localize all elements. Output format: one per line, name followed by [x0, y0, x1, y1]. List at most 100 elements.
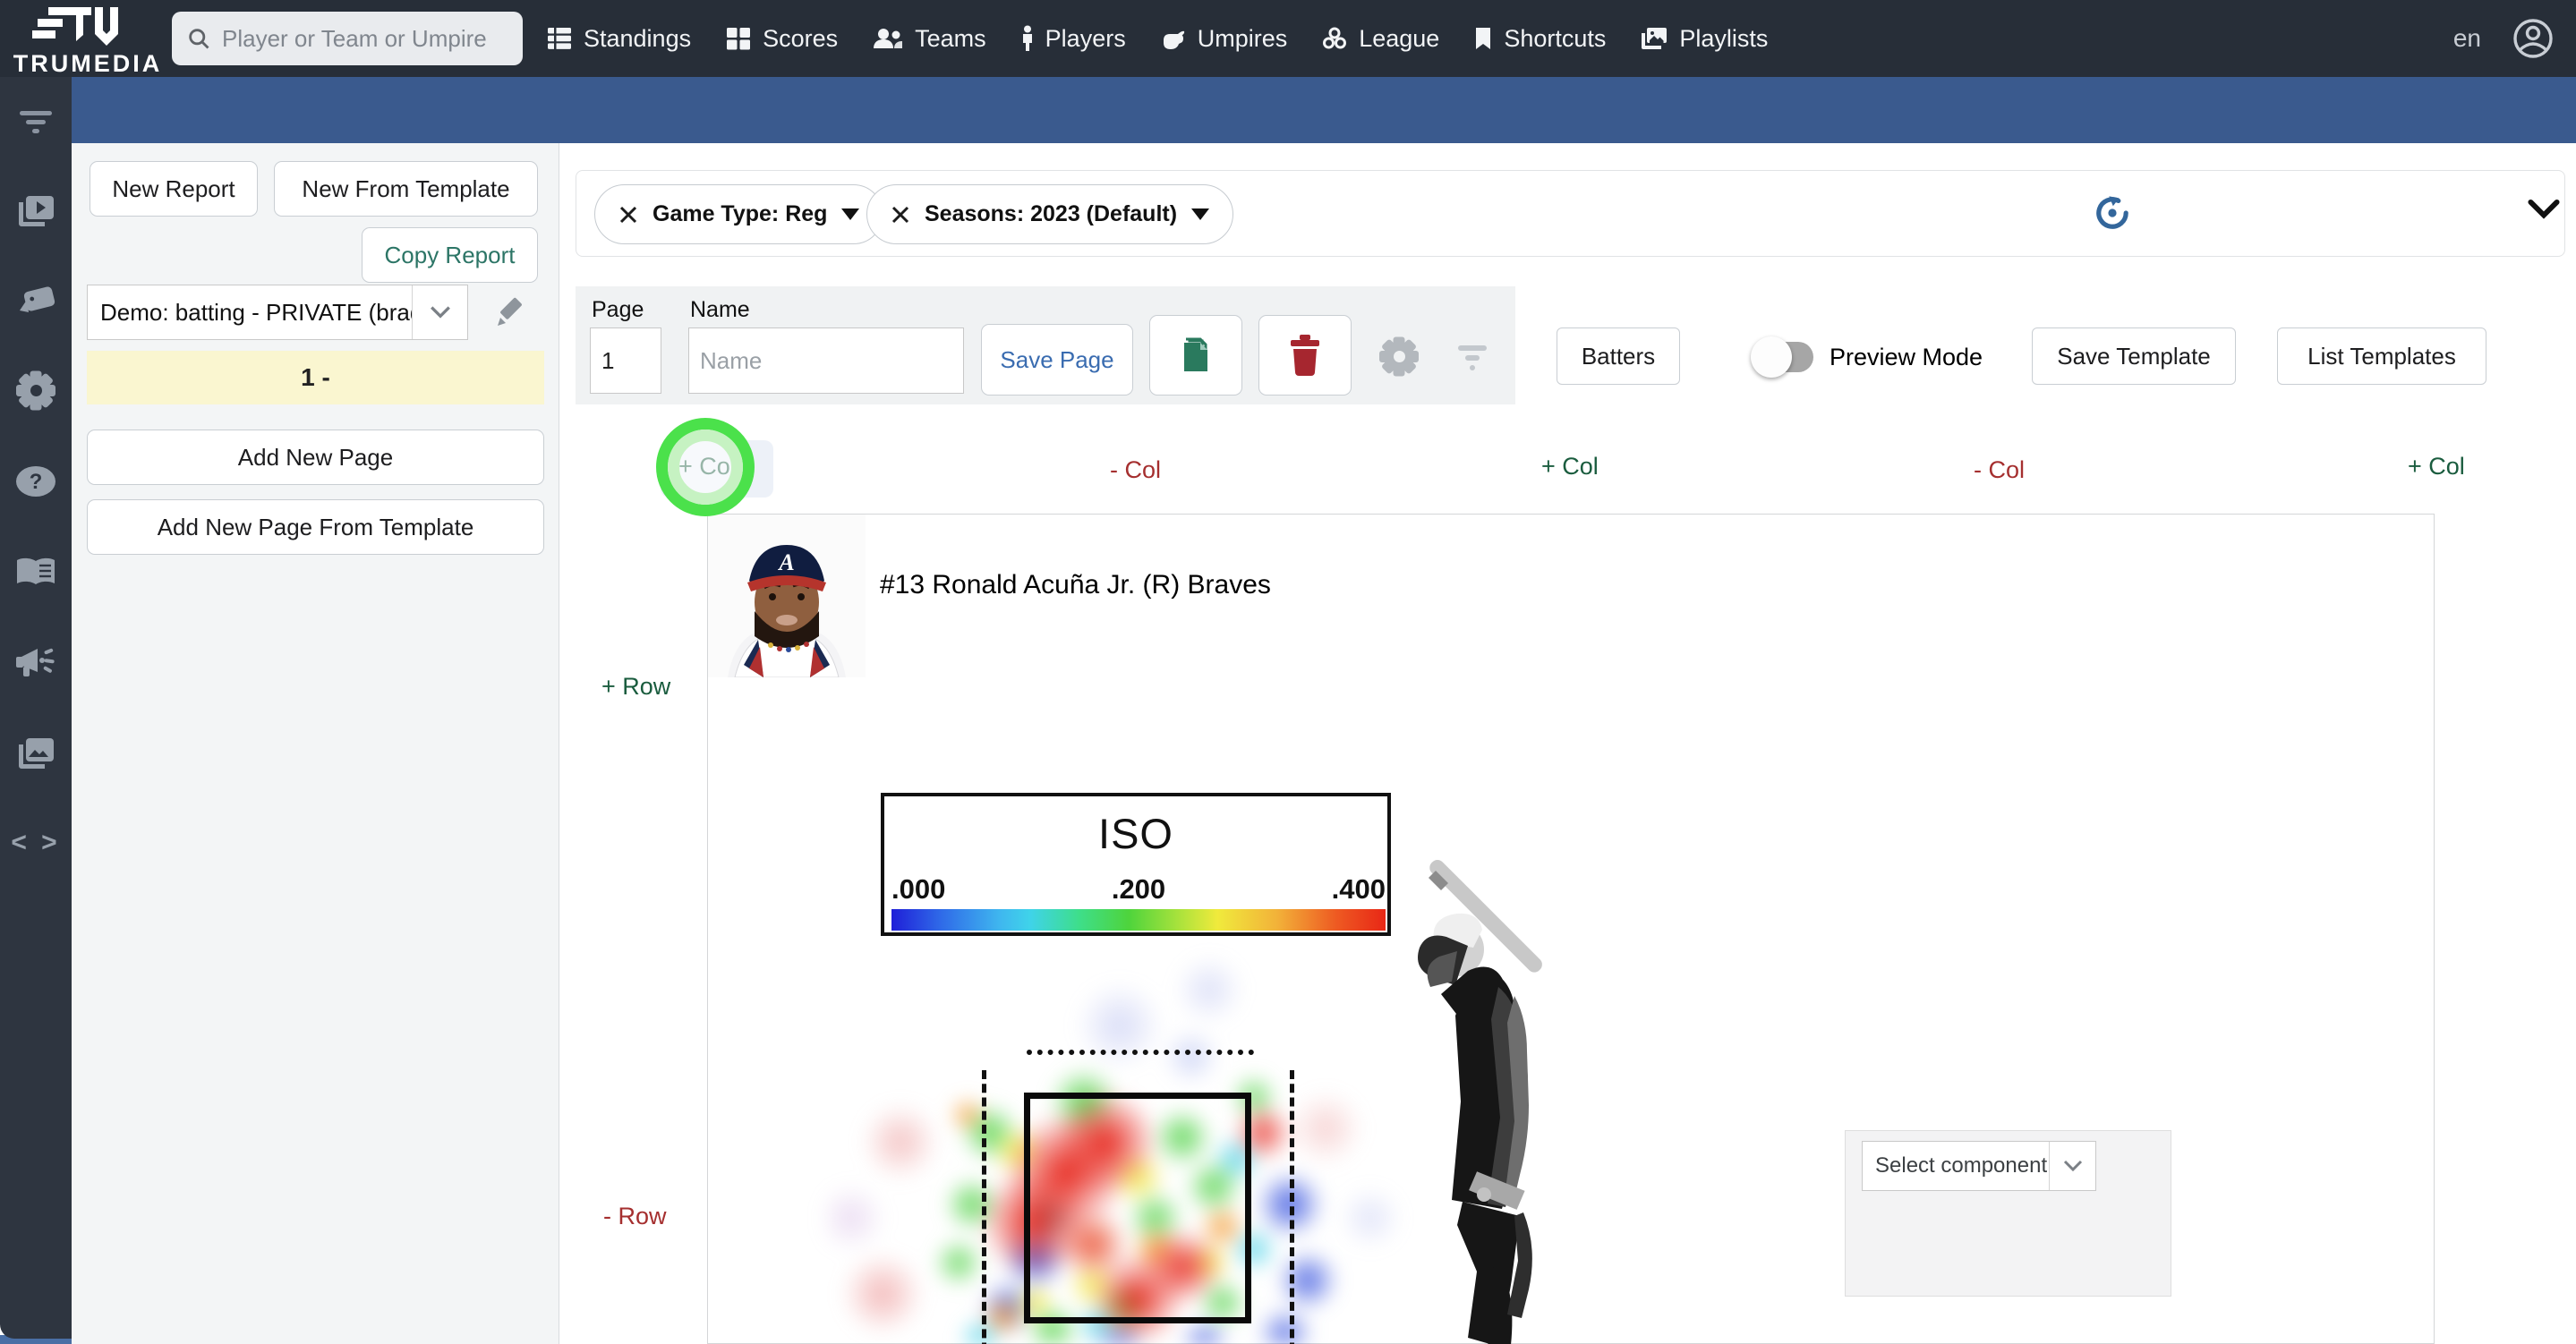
- chevron-down-icon: [2049, 1142, 2095, 1190]
- left-icon-rail: ? < >: [0, 77, 72, 1339]
- report-panel: New Report New From Template Copy Report…: [72, 143, 559, 1344]
- copy-page-icon: [1184, 337, 1207, 371]
- nav-item-players[interactable]: Players: [1020, 25, 1126, 53]
- history-icon[interactable]: [2091, 191, 2134, 234]
- preview-mode-label: Preview Mode: [1830, 344, 1983, 370]
- page-filter-icon[interactable]: [1454, 342, 1490, 372]
- name-label: Name: [690, 297, 750, 322]
- shortcuts-icon: [1476, 28, 1491, 49]
- svg-text:?: ?: [30, 470, 43, 494]
- close-icon[interactable]: [891, 205, 910, 225]
- add-new-page-from-template-button[interactable]: Add New Page From Template: [87, 499, 544, 555]
- nav-item-league[interactable]: League: [1321, 25, 1439, 53]
- add-col-button-1[interactable]: + Col: [678, 453, 736, 481]
- top-navbar: TRUMEDIA Standings Scores Teams Players: [0, 0, 2576, 77]
- copy-report-button[interactable]: Copy Report: [362, 227, 538, 283]
- docs-icon[interactable]: [0, 548, 72, 598]
- zone-dashed-right: [1290, 1070, 1294, 1344]
- logo-wordmark: TRUMEDIA: [13, 50, 163, 77]
- user-avatar-icon[interactable]: [2512, 17, 2555, 60]
- nav-item-teams[interactable]: Teams: [872, 25, 986, 53]
- batters-button[interactable]: Batters: [1557, 327, 1680, 385]
- help-icon[interactable]: ?: [0, 456, 72, 506]
- add-new-page-button[interactable]: Add New Page: [87, 430, 544, 485]
- filter-icon[interactable]: [0, 97, 72, 147]
- batter-silhouette: [1418, 859, 1542, 1344]
- trash-icon: [1291, 335, 1319, 376]
- page-settings-gear-icon[interactable]: [1379, 336, 1419, 376]
- component-select[interactable]: Select component: [1862, 1141, 2096, 1191]
- add-row-button[interactable]: + Row: [601, 673, 670, 701]
- preview-mode-toggle[interactable]: [1751, 336, 1813, 378]
- remove-col-button-2[interactable]: - Col: [1974, 456, 2025, 484]
- nav-item-umpires[interactable]: Umpires: [1160, 25, 1287, 53]
- svg-text:A: A: [777, 549, 794, 575]
- close-icon[interactable]: [618, 205, 638, 225]
- search-input[interactable]: [222, 24, 508, 53]
- heatmap-legend: ISO .000 .200 .400: [881, 793, 1391, 936]
- page-header-band: [0, 77, 2576, 143]
- edit-pencil-icon[interactable]: [492, 293, 530, 331]
- component-select-placeholder: Select component: [1875, 1153, 2048, 1178]
- copy-page-button[interactable]: [1149, 315, 1242, 396]
- player-header: #13 Ronald Acuña Jr. (R) Braves: [880, 570, 1271, 600]
- app-root: ? < > TRUMEDIA Player or Team or Umpire …: [0, 0, 2576, 1344]
- nav-item-standings[interactable]: Standings: [546, 25, 691, 53]
- remove-row-button[interactable]: - Row: [603, 1203, 667, 1230]
- global-search[interactable]: [172, 12, 523, 65]
- legend-title: ISO: [1098, 810, 1173, 857]
- navbar-right: en: [2453, 0, 2555, 77]
- delete-page-button[interactable]: [1258, 315, 1352, 396]
- player-photo: A: [708, 515, 866, 677]
- media-library-icon[interactable]: [0, 728, 72, 778]
- filters-toolbar: Game Type: Reg Seasons: 2023 (Default) S…: [576, 170, 2565, 257]
- zone-dotted-top: [1027, 1050, 1254, 1055]
- chevron-down-icon: [412, 285, 467, 339]
- players-icon: [1022, 25, 1032, 51]
- chevron-down-icon: [841, 208, 860, 220]
- announcements-icon[interactable]: [0, 637, 72, 687]
- standings-icon: [548, 28, 571, 49]
- search-icon: [189, 29, 209, 49]
- component-panel: Select component: [1845, 1130, 2171, 1297]
- legend-scale-labels: .000 .200 .400: [891, 873, 1386, 905]
- settings-icon[interactable]: [0, 365, 72, 415]
- page-number-input[interactable]: [590, 327, 661, 394]
- report-select-value: Demo: batting - PRIVATE (brad...: [100, 298, 412, 326]
- list-templates-button[interactable]: List Templates: [2277, 327, 2486, 385]
- zone-dashed-left: [982, 1070, 986, 1344]
- new-report-button[interactable]: New Report: [90, 161, 258, 217]
- nav-item-shortcuts[interactable]: Shortcuts: [1473, 25, 1606, 53]
- chevron-down-icon: [1191, 208, 1210, 220]
- scores-icon: [727, 28, 751, 50]
- playlists-icon: [1642, 28, 1668, 49]
- video-library-icon[interactable]: [0, 186, 72, 236]
- page-list-item[interactable]: 1 -: [87, 351, 544, 404]
- add-col-button-3[interactable]: + Col: [2408, 453, 2465, 481]
- umpires-icon: [1163, 30, 1184, 49]
- toggle-knob: [1751, 336, 1792, 378]
- page-name-input[interactable]: [688, 327, 964, 394]
- legend-gradient-bar: [891, 909, 1386, 931]
- remove-col-button-1[interactable]: - Col: [1110, 456, 1161, 484]
- save-page-button[interactable]: Save Page: [981, 324, 1133, 396]
- collapse-chevron-icon[interactable]: [2526, 198, 2562, 221]
- add-col-button-2[interactable]: + Col: [1541, 453, 1599, 481]
- language-selector[interactable]: en: [2453, 24, 2481, 53]
- trumedia-logo[interactable]: TRUMEDIA: [7, 4, 168, 77]
- primary-nav: Standings Scores Teams Players Umpires L…: [546, 0, 1768, 77]
- code-icon[interactable]: < >: [0, 818, 72, 868]
- page-form: Page Name Save Page: [576, 286, 1515, 404]
- nav-item-scores[interactable]: Scores: [725, 25, 838, 53]
- new-from-template-button[interactable]: New From Template: [274, 161, 538, 217]
- flashcards-icon[interactable]: [0, 277, 72, 327]
- page-label: Page: [592, 297, 644, 322]
- strike-zone-box: [1024, 1093, 1251, 1323]
- league-icon: [1323, 27, 1347, 49]
- nav-item-playlists[interactable]: Playlists: [1640, 25, 1768, 53]
- report-content-card: A #13 Ronald Acuña Jr. (R) Braves ISO .0…: [707, 514, 2435, 1344]
- filter-chip-seasons[interactable]: Seasons: 2023 (Default): [866, 184, 1234, 244]
- filter-chip-game-type[interactable]: Game Type: Reg: [594, 184, 884, 244]
- report-select[interactable]: Demo: batting - PRIVATE (brad...: [87, 285, 468, 340]
- save-template-button[interactable]: Save Template: [2032, 327, 2236, 385]
